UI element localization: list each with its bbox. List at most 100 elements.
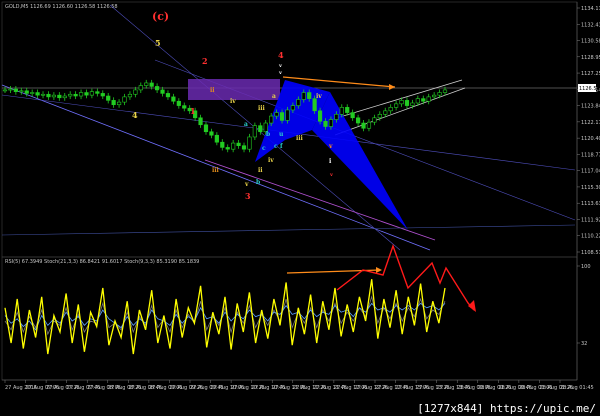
wave-label: a [244,121,248,128]
candle-body [312,98,317,112]
candle-body [225,147,230,150]
supply-zone-box [188,79,280,100]
candle-body [133,89,138,95]
candle-body [68,93,73,97]
candle-body [100,93,105,97]
candle-body [111,100,116,106]
candle-body [394,103,399,108]
wave-label: a [272,93,276,100]
candle-body [410,102,415,106]
wave-label: b [256,179,260,186]
oscillator-title: RSI(5) 67.3949 Stoch(21,3,3) 86.8421 91.… [5,259,199,265]
price-tick-label: 1127.25 [581,71,600,77]
wave-label: iii [296,135,304,142]
candle-body [236,142,241,146]
candle-body [138,85,143,91]
candle-body [258,125,263,133]
candle-body [35,92,40,96]
candle-body [437,92,442,96]
candle-body [171,96,176,102]
wave-label: f [280,143,283,150]
candle-body [176,100,181,106]
candle-body [106,95,111,101]
wave-label: 4 [132,110,138,120]
candle-body [350,112,355,119]
wave-label: iv [268,157,274,164]
price-tick-label: 1130.58 [581,39,600,45]
candle-body [317,110,323,122]
candle-body [361,122,366,129]
candle-body [57,94,62,99]
candle-body [24,90,29,94]
wave-label: 5 [155,38,161,48]
candle-body [231,142,236,150]
candle-body [84,92,89,96]
candle-body [13,88,18,92]
price-tick-label: 1111.92 [581,217,600,223]
price-tick-label: 1115.30 [581,185,600,191]
candle-body [127,93,133,98]
candle-body [122,96,127,103]
candle-body [198,117,203,126]
price-tick-label: 1128.95 [581,55,600,61]
candle-body [154,86,160,91]
candle-body [241,145,247,150]
candle-body [307,92,312,99]
wave-label: b [266,131,270,138]
price-tick-label: 1122.17 [581,120,600,126]
candle-body [345,107,350,113]
wave-label: v [244,181,249,188]
candle-body [209,131,214,136]
wave-label: 1 [190,106,196,116]
osc-tick-label: 32 [581,341,587,347]
price-tick-label: 1134.11 [581,6,600,12]
watermark: [1277x844] https://upic.me/ [417,402,596,415]
candle-body [269,115,274,124]
candle-body [30,92,35,94]
candle-body [149,82,154,87]
candle-body [372,117,377,123]
candle-body [285,109,290,121]
wave-label: iv [316,93,322,100]
price-tick-label: 1113.63 [581,201,600,207]
candle-body [2,89,8,92]
wave-label: iii [258,105,266,112]
wave-label: 2 [202,56,208,66]
candle-body [432,94,437,98]
candle-body [426,96,431,102]
candle-body [377,114,382,119]
candle-body [290,105,296,111]
candle-body [334,114,339,120]
wave-label: u [279,131,284,138]
candle-body [214,134,219,143]
candle-body [40,93,46,96]
candle-body [165,93,171,98]
candle-body [252,125,257,138]
candle-body [116,101,122,106]
candle-body [247,136,252,150]
candle-body [62,95,67,99]
wave-label: ii [258,167,263,174]
candle-body [73,93,78,97]
candle-body [366,121,372,129]
wave-label: c [262,145,266,152]
candle-body [415,98,420,104]
candle-body [399,100,404,105]
price-tick-label: 1108.51 [581,250,600,256]
price-tick-label: 1132.41 [581,22,600,28]
candle-body [328,119,334,127]
price-tick-label: 1120.40 [581,136,600,142]
candle-body [203,124,209,133]
candle-body [46,93,51,98]
price-marker: 1126.58 [579,86,600,92]
wave-label: c [274,143,278,150]
wave-label: (c) [152,10,169,23]
price-tick-label: 1118.77 [581,152,600,158]
price-title: GOLD,M5 1126.69 1126.60 1126.58 1126.58 [5,4,118,10]
wave-label: 4 [278,50,284,60]
candle-body [8,88,13,91]
wave-label: ii [210,87,215,94]
candle-body [339,107,344,115]
wave-label: iv [230,98,236,105]
chart-canvas: GOLD,M5 1126.69 1126.60 1126.58 1126.58 … [0,0,600,416]
